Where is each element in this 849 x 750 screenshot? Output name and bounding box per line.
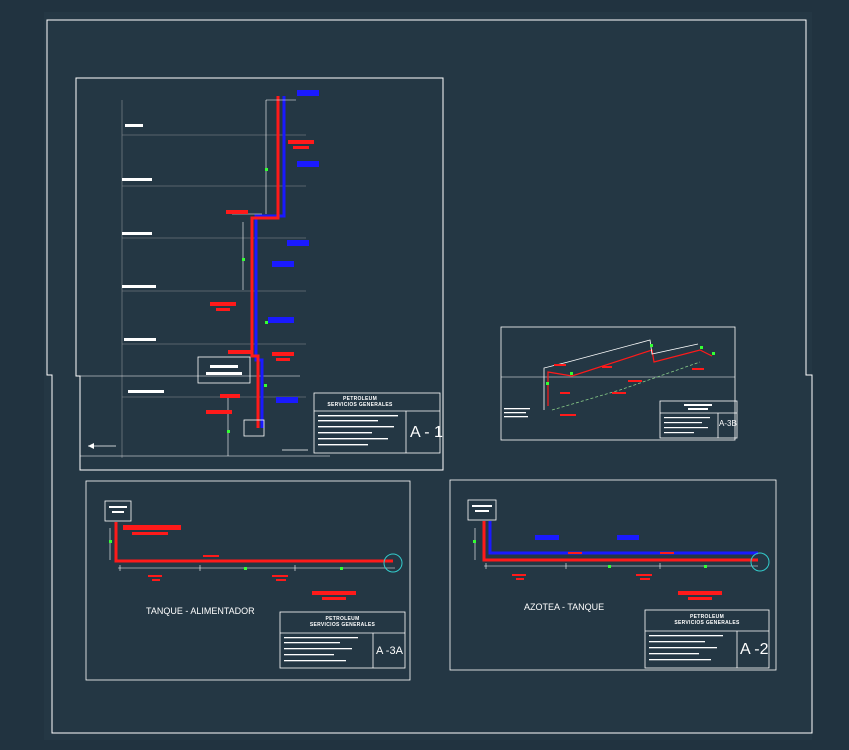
- cad-drawing-canvas: [44, 12, 813, 740]
- a3a-company-subtitle: SERVICIOS GENERALES: [309, 622, 376, 628]
- a1-sheet-code: A - 1: [410, 424, 443, 441]
- a2-caption: AZOTEA - TANQUE: [524, 602, 605, 612]
- a3a-sheet-code: A -3A: [376, 645, 403, 657]
- a2-sheet-code: A -2: [740, 641, 769, 658]
- a3a-caption: TANQUE - ALIMENTADOR: [146, 606, 255, 616]
- a3b-sheet-code: A-3B: [719, 419, 737, 428]
- a2-company-subtitle: SERVICIOS GENERALES: [674, 620, 740, 626]
- a1-company-subtitle: SERVICIOS GENERALES: [327, 402, 393, 408]
